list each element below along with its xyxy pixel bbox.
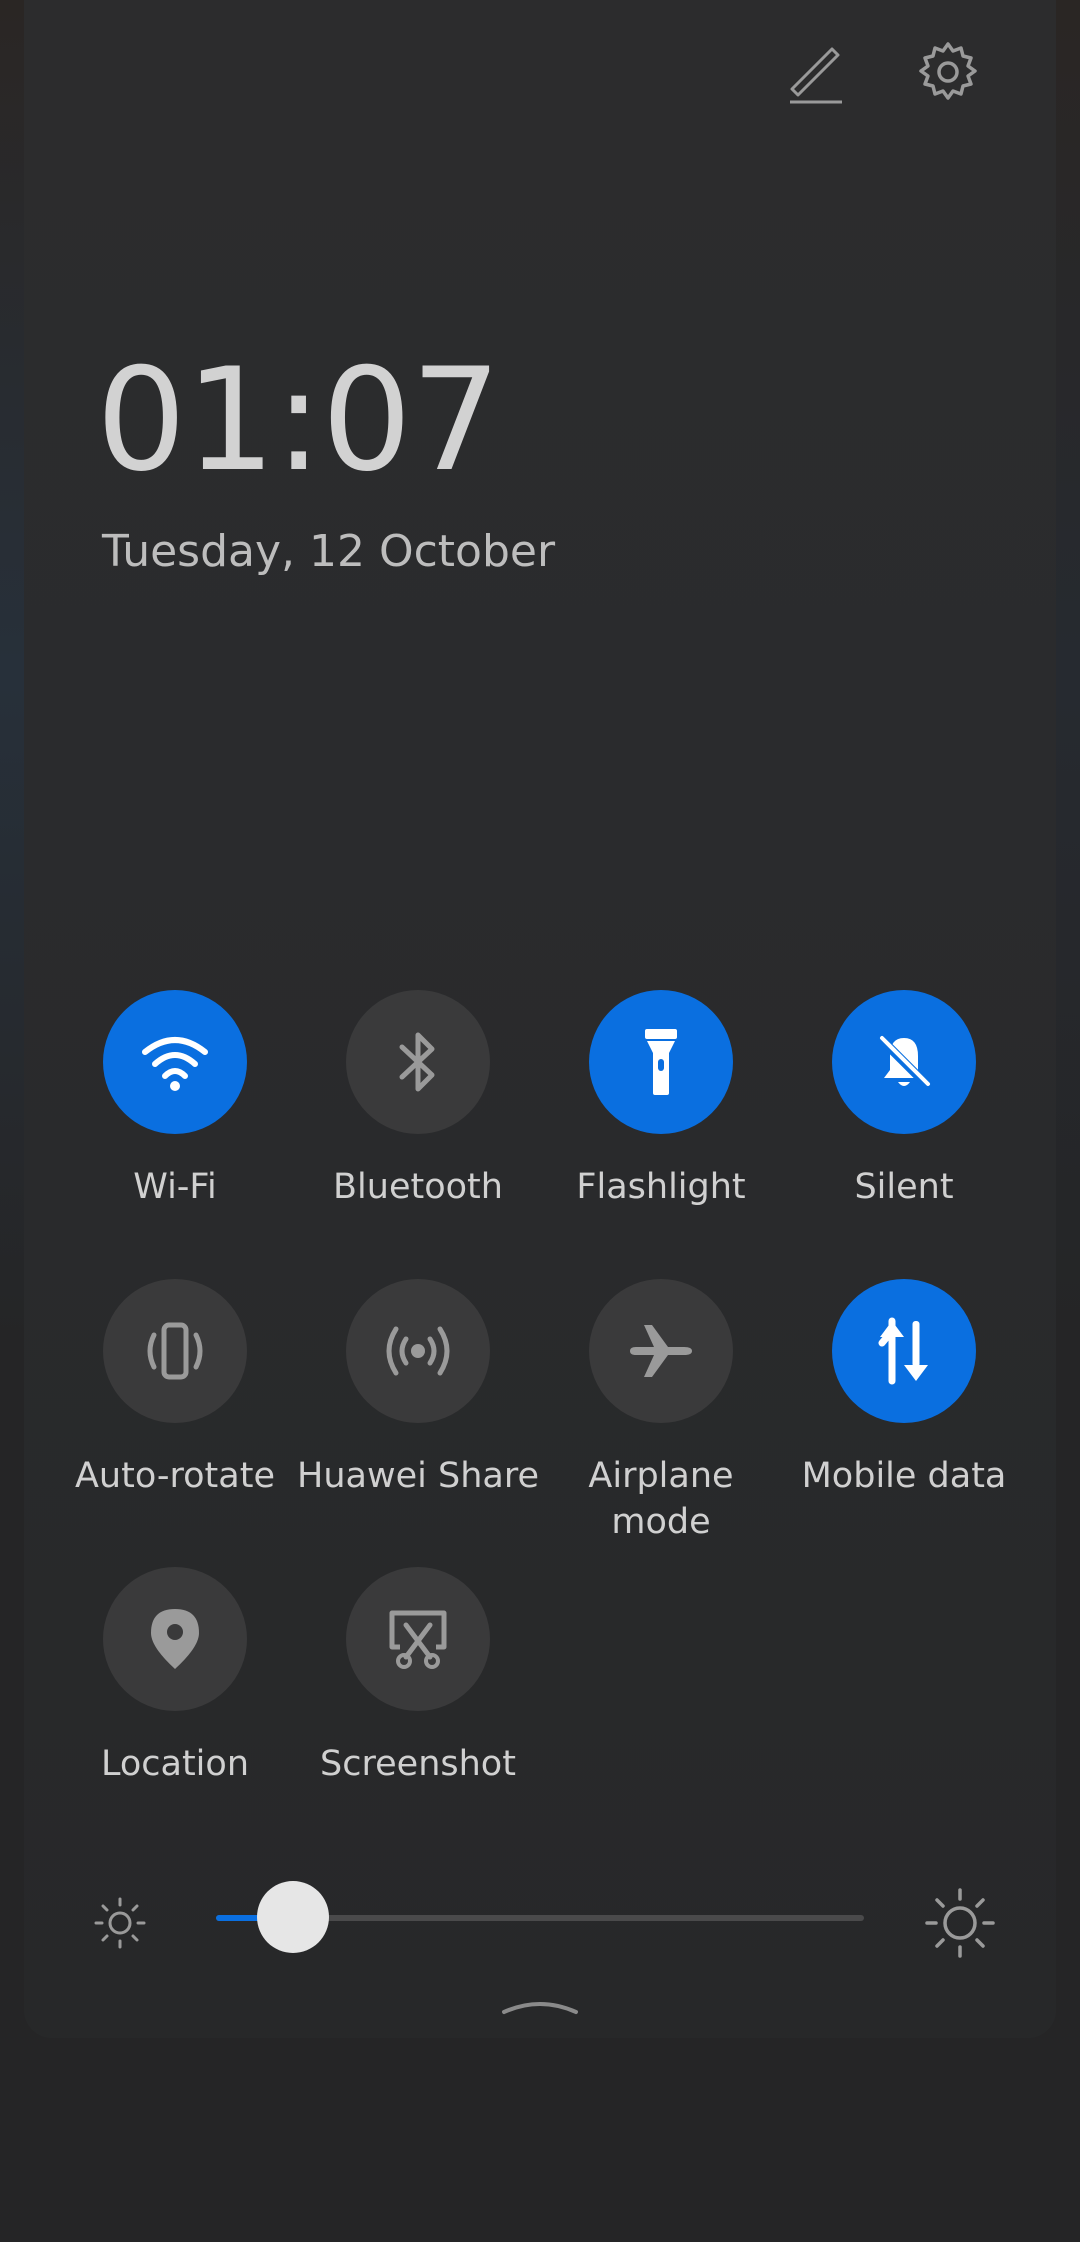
edit-button[interactable] xyxy=(779,36,851,108)
tile-huawei-share-label: Huawei Share xyxy=(297,1456,539,1496)
clock-time[interactable]: 01:07 xyxy=(96,350,501,492)
sun-small-icon xyxy=(94,1897,146,1949)
sun-large-icon xyxy=(925,1888,995,1958)
brightness-max-icon xyxy=(922,1885,998,1961)
tile-screenshot[interactable]: Screenshot xyxy=(293,1567,543,1787)
gear-icon xyxy=(919,42,977,100)
tile-airplane-mode-circle[interactable] xyxy=(589,1279,733,1423)
tile-bluetooth-circle[interactable] xyxy=(346,990,490,1134)
share-signal-icon xyxy=(386,1326,450,1376)
wifi-icon xyxy=(142,1037,208,1091)
tile-bluetooth-label: Bluetooth xyxy=(333,1167,503,1207)
flashlight-icon xyxy=(645,1029,677,1095)
tile-screenshot-circle[interactable] xyxy=(346,1567,490,1711)
tile-airplane-mode-label: Airplane mode xyxy=(588,1456,734,1542)
tile-location-circle[interactable] xyxy=(103,1567,247,1711)
wallpaper-edge-left xyxy=(0,0,24,2242)
tile-huawei-share-circle[interactable] xyxy=(346,1279,490,1423)
tile-flashlight[interactable]: Flashlight xyxy=(536,990,786,1210)
tile-bluetooth[interactable]: Bluetooth xyxy=(293,990,543,1210)
tile-silent-label: Silent xyxy=(854,1167,954,1207)
tile-airplane-mode[interactable]: Airplane mode xyxy=(536,1279,786,1545)
clock-date[interactable]: Tuesday, 12 October xyxy=(102,530,555,574)
tile-silent-circle[interactable] xyxy=(832,990,976,1134)
tile-huawei-share[interactable]: Huawei Share xyxy=(293,1279,543,1499)
wallpaper-edge-right xyxy=(1056,0,1080,2242)
brightness-slider-thumb[interactable] xyxy=(256,1881,329,1953)
collapse-handle[interactable] xyxy=(500,1996,580,2016)
tile-mobile-data[interactable]: Mobile data xyxy=(779,1279,1029,1499)
screenshot-icon xyxy=(389,1610,447,1669)
mobile-data-icon xyxy=(878,1317,928,1385)
tile-silent[interactable]: Silent xyxy=(779,990,1029,1210)
tile-wifi-circle[interactable] xyxy=(103,990,247,1134)
tile-auto-rotate-circle[interactable] xyxy=(103,1279,247,1423)
tile-location-label: Location xyxy=(100,1744,250,1784)
auto-rotate-icon xyxy=(147,1322,203,1380)
bell-off-icon xyxy=(876,1034,932,1090)
settings-button[interactable] xyxy=(912,36,984,108)
tile-mobile-data-circle[interactable] xyxy=(832,1279,976,1423)
tile-screenshot-label: Screenshot xyxy=(320,1744,516,1784)
airplane-icon xyxy=(630,1325,692,1377)
tile-mobile-data-label: Mobile data xyxy=(801,1456,1007,1496)
tile-wifi-label: Wi-Fi xyxy=(133,1167,217,1207)
tile-wifi[interactable]: Wi-Fi xyxy=(50,990,300,1210)
tile-auto-rotate[interactable]: Auto-rotate xyxy=(50,1279,300,1499)
tile-auto-rotate-label: Auto-rotate xyxy=(74,1456,275,1496)
tile-flashlight-circle[interactable] xyxy=(589,990,733,1134)
pencil-icon xyxy=(790,47,842,104)
bluetooth-icon xyxy=(399,1032,435,1092)
brightness-min-icon xyxy=(90,1893,150,1953)
tile-location[interactable]: Location xyxy=(50,1567,300,1787)
chevron-up-icon xyxy=(502,2002,578,2014)
location-pin-icon xyxy=(151,1609,199,1669)
tile-flashlight-label: Flashlight xyxy=(576,1167,746,1207)
